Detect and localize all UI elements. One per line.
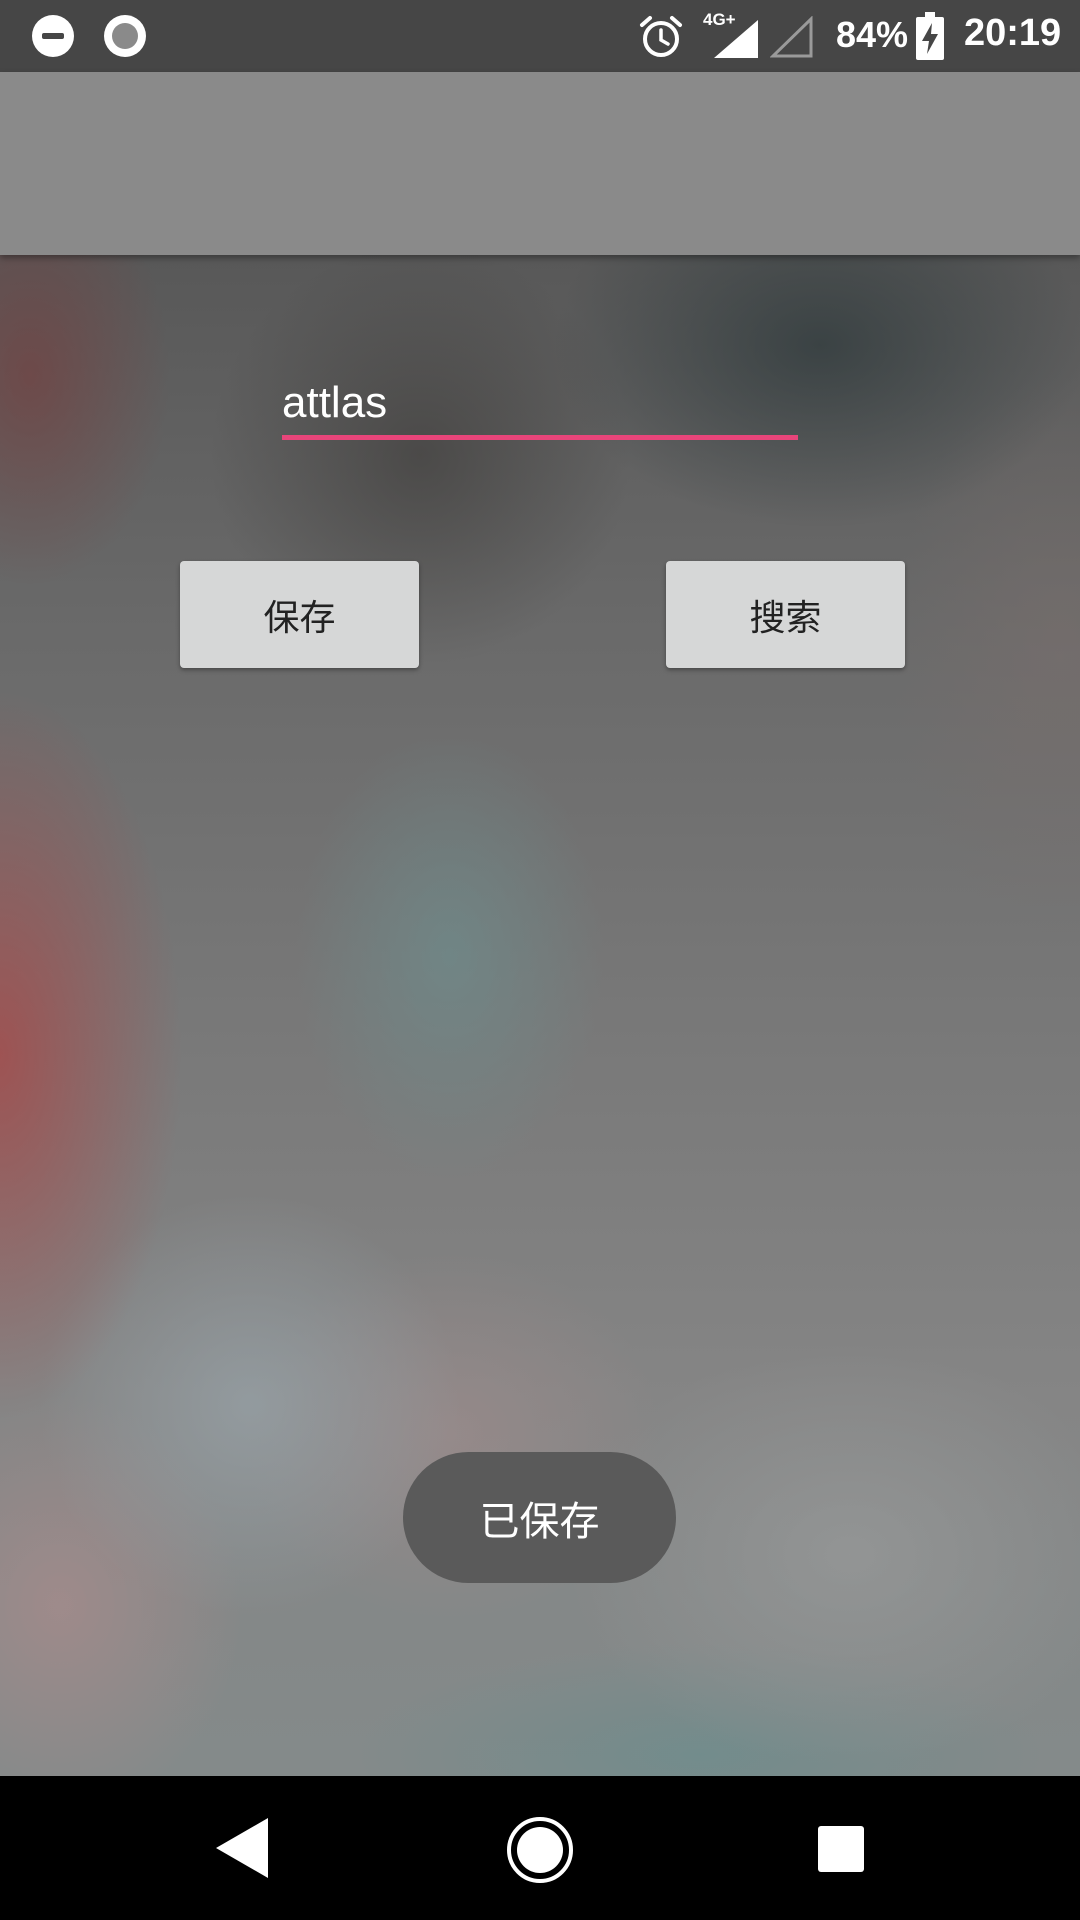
status-bar: 4G+ 84% 20:19 xyxy=(0,0,1080,72)
alarm-icon xyxy=(640,16,682,57)
recents-icon[interactable] xyxy=(818,1826,864,1872)
screen-record-icon xyxy=(104,15,146,57)
battery-charging-icon xyxy=(916,12,944,60)
navigation-bar xyxy=(0,1776,1080,1920)
signal-icon xyxy=(714,20,758,58)
signal-empty-icon xyxy=(770,16,813,58)
text-input[interactable] xyxy=(282,370,798,440)
clock: 20:19 xyxy=(964,12,1062,54)
do-not-disturb-icon xyxy=(32,15,74,57)
app-toolbar xyxy=(0,72,1080,255)
save-button[interactable]: 保存 xyxy=(180,561,419,668)
search-button[interactable]: 搜索 xyxy=(666,561,905,668)
battery-percent: 84% xyxy=(836,14,909,55)
screen: 4G+ 84% 20:19 保存 搜索 已保存 xyxy=(0,0,1080,1920)
back-icon[interactable] xyxy=(214,1816,270,1880)
toast-message: 已保存 xyxy=(403,1452,676,1583)
home-icon[interactable] xyxy=(506,1816,574,1884)
